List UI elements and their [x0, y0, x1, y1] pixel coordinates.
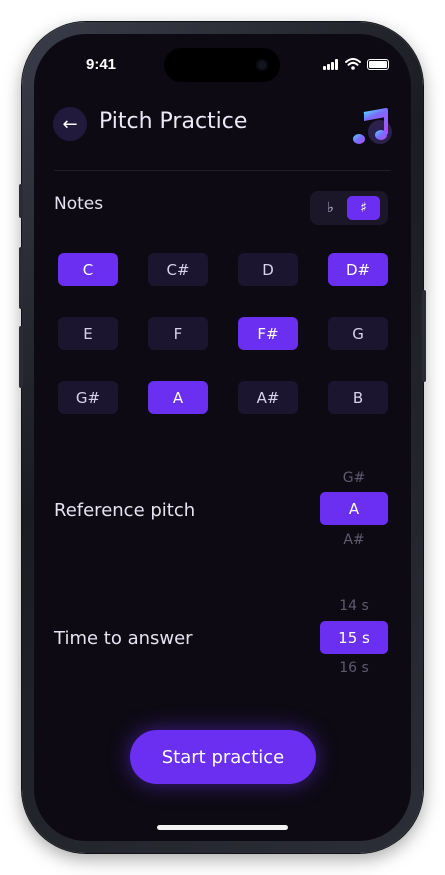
reference-pitch-label: Reference pitch — [54, 500, 196, 521]
time-to-answer-selected[interactable]: 15 s — [320, 621, 388, 654]
note-chip-d-sharp[interactable]: D# — [328, 253, 388, 286]
power-button — [422, 290, 426, 382]
note-chip-e[interactable]: E — [58, 317, 118, 350]
reference-pitch-prev[interactable]: G# — [320, 470, 388, 486]
time-to-answer-prev[interactable]: 14 s — [320, 598, 388, 614]
music-notes-icon — [353, 108, 392, 144]
note-chip-g-sharp[interactable]: G# — [58, 381, 118, 414]
note-chip-a-sharp[interactable]: A# — [238, 381, 298, 414]
cellular-signal-icon — [323, 58, 339, 70]
note-chip-c-sharp[interactable]: C# — [148, 253, 208, 286]
time-to-answer-label: Time to answer — [54, 628, 193, 649]
wifi-icon — [345, 58, 361, 70]
flat-option[interactable]: ♭ — [314, 196, 347, 220]
volume-up-button — [19, 247, 23, 309]
note-chip-c[interactable]: C — [58, 253, 118, 286]
status-time: 9:41 — [86, 56, 117, 73]
note-chip-f-sharp[interactable]: F# — [238, 317, 298, 350]
page-title: Pitch Practice — [99, 109, 248, 134]
back-button[interactable]: ← — [53, 107, 87, 141]
accidental-toggle[interactable]: ♭ ♯ — [310, 191, 388, 225]
action-button — [19, 184, 23, 218]
camera-icon — [256, 59, 268, 71]
reference-pitch-next[interactable]: A# — [320, 532, 388, 548]
battery-icon — [367, 58, 389, 70]
reference-pitch-selected[interactable]: A — [320, 492, 388, 525]
note-chip-b[interactable]: B — [328, 381, 388, 414]
home-indicator[interactable] — [157, 825, 288, 830]
app-screen: 9:41 ← Pitch Practice Notes ♭ ♯ C C# D D… — [34, 34, 411, 841]
time-to-answer-next[interactable]: 16 s — [320, 660, 388, 676]
dynamic-island — [164, 48, 280, 82]
sharp-option[interactable]: ♯ — [347, 196, 380, 220]
start-practice-button[interactable]: Start practice — [130, 730, 316, 784]
notes-label: Notes — [54, 194, 104, 214]
header-divider — [54, 170, 391, 171]
volume-down-button — [19, 326, 23, 388]
note-chip-d[interactable]: D — [238, 253, 298, 286]
note-chip-a[interactable]: A — [148, 381, 208, 414]
status-icons — [323, 58, 389, 70]
back-arrow-icon: ← — [62, 113, 78, 135]
note-chip-f[interactable]: F — [148, 317, 208, 350]
note-chip-g[interactable]: G — [328, 317, 388, 350]
